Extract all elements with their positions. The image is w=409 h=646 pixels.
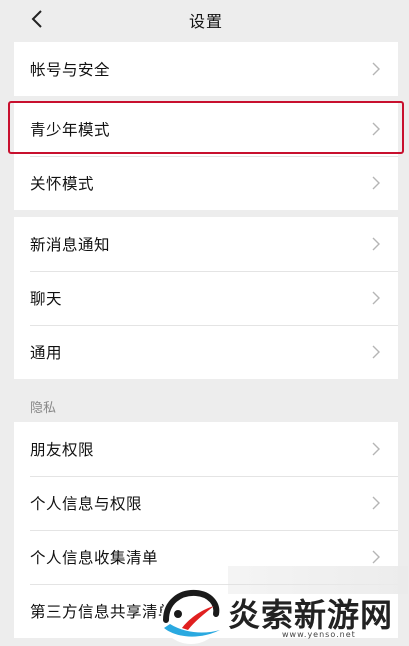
chevron-right-icon: [372, 237, 380, 251]
row-personal-info-permissions[interactable]: 个人信息与权限: [14, 476, 398, 530]
chevron-right-icon: [372, 291, 380, 305]
row-new-message-notify[interactable]: 新消息通知: [14, 217, 398, 271]
chevron-right-icon: [372, 62, 380, 76]
row-account-security[interactable]: 帐号与安全: [14, 42, 398, 96]
chevron-right-icon: [372, 550, 380, 564]
group-account: 帐号与安全: [14, 42, 398, 96]
row-label: 关怀模式: [30, 175, 95, 193]
row-label: 通用: [30, 344, 63, 362]
settings-page: 设置 帐号与安全 青少年模式 关怀模式 新消息通知 聊天 通用 隐私 朋友权限 …: [8, 0, 404, 646]
row-label: 朋友权限: [30, 441, 95, 459]
row-chat[interactable]: 聊天: [14, 271, 398, 325]
row-label: 帐号与安全: [30, 61, 111, 79]
watermark-logo-icon: [161, 589, 221, 644]
section-label-privacy: 隐私: [30, 401, 57, 416]
chevron-right-icon: [372, 345, 380, 359]
watermark-url: www.yenso.net: [282, 630, 356, 639]
row-label: 个人信息与权限: [30, 495, 143, 513]
chevron-right-icon: [372, 496, 380, 510]
row-label: 个人信息收集清单: [30, 549, 159, 567]
teen-mode-highlight-box: [8, 101, 404, 154]
row-general[interactable]: 通用: [14, 325, 398, 379]
group-general: 新消息通知 聊天 通用: [14, 217, 398, 379]
row-friend-permissions[interactable]: 朋友权限: [14, 422, 398, 476]
row-label: 第三方信息共享清单: [30, 603, 175, 621]
chevron-right-icon: [372, 442, 380, 456]
watermark: 炎索新游网 www.yenso.net: [158, 566, 409, 646]
row-label: 新消息通知: [30, 236, 111, 254]
chevron-right-icon: [372, 176, 380, 190]
row-label: 聊天: [30, 290, 63, 308]
page-title: 设置: [188, 12, 223, 31]
row-care-mode[interactable]: 关怀模式: [14, 156, 398, 210]
nav-header: 设置: [14, 0, 398, 38]
